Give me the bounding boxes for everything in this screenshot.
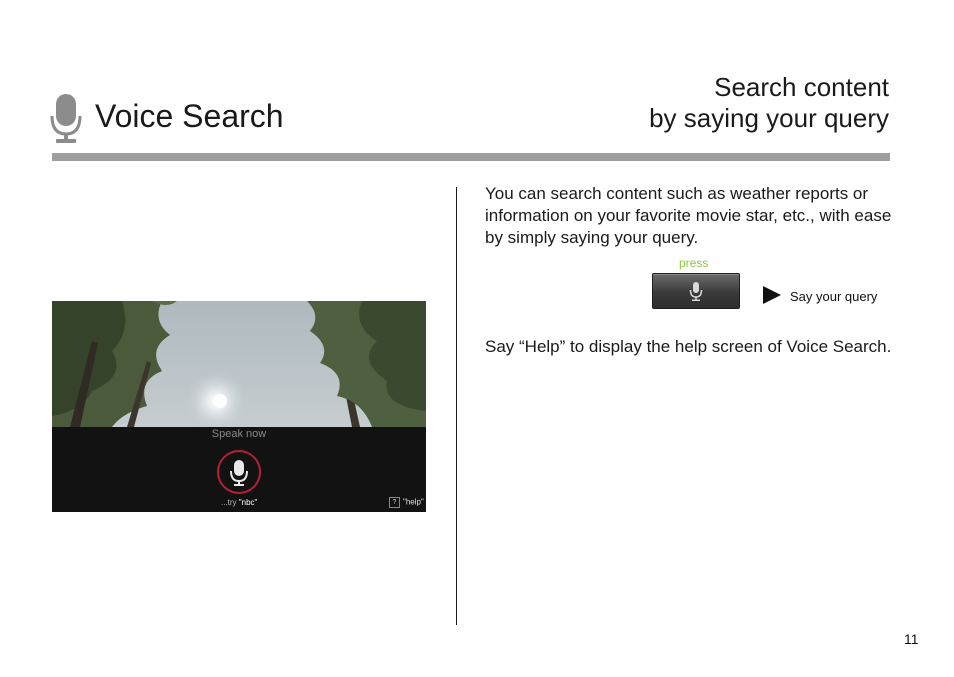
page-number: 11 [904,631,919,647]
microphone-icon [230,460,248,486]
header-rule [52,153,890,161]
remote-mic-button [652,273,740,309]
intro-paragraph: You can search content such as weather r… [485,184,892,247]
press-label: press [679,256,709,270]
help-question-icon: ? [389,497,400,508]
speak-now-label: Speak now [211,428,267,440]
subtitle-line-1: Search content [714,72,889,102]
help-hint: ? "help" [389,497,424,508]
try-hint: ...try "nbc" [221,498,257,507]
step-label: Say your query [790,289,878,304]
play-arrow-icon [763,286,781,304]
help-word: "help" [403,497,424,507]
page-subtitle: Search content by saying your query [649,72,889,134]
try-word: "nbc" [238,498,258,507]
try-prefix: ...try [221,498,237,507]
microphone-icon [689,282,703,301]
page-title: Voice Search [95,98,284,134]
subtitle-line-2: by saying your query [649,103,889,133]
help-paragraph: Say “Help” to display the help screen of… [485,337,892,356]
voice-search-screenshot: Speak now ...try "nbc" ? "help" [52,301,426,512]
microphone-button [217,450,261,494]
microphone-icon [50,94,82,144]
column-divider [456,187,457,625]
